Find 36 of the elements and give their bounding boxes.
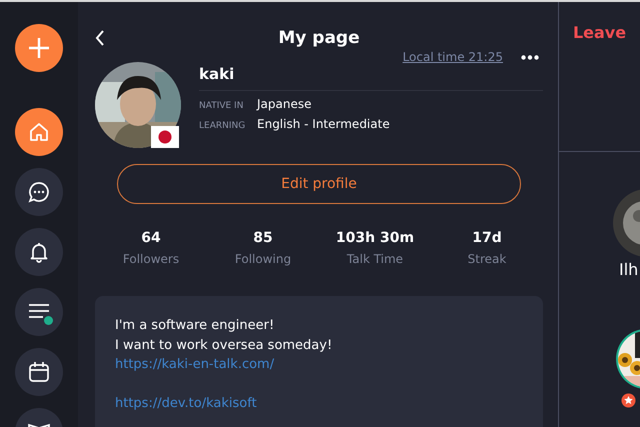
stat-label: Talk Time <box>346 252 404 266</box>
nav-button[interactable] <box>15 168 63 216</box>
bio-text: I want to work oversea someday! <box>115 336 332 354</box>
leave-button[interactable]: Leave <box>572 20 626 44</box>
stat-label: Following <box>234 252 292 266</box>
language-label: NATIVE IN <box>199 101 244 111</box>
stat-value: 64 <box>141 230 161 246</box>
back-icon[interactable] <box>95 30 105 46</box>
nav-button[interactable] <box>15 348 63 396</box>
user-name: Ilh <box>619 260 638 279</box>
stat-value: 85 <box>253 230 273 246</box>
calendar-icon <box>27 360 51 384</box>
home-icon <box>27 120 51 144</box>
language-value: Japanese <box>257 97 312 111</box>
page-title: My page <box>277 28 361 48</box>
chat-bubble-icon <box>27 180 51 204</box>
user-name: kaki <box>199 62 543 91</box>
plus-icon <box>27 36 51 60</box>
nav-button[interactable] <box>15 108 63 156</box>
nav-button[interactable] <box>15 288 63 336</box>
status-dot <box>44 316 53 325</box>
local-time-link[interactable]: Local time 21:25 <box>402 50 503 64</box>
flag-icon <box>151 126 179 148</box>
language-label: LEARNING <box>199 121 246 131</box>
bio-link[interactable]: https://kaki-en-talk.com/ <box>115 355 274 374</box>
language-value: English - Intermediate <box>257 117 390 131</box>
bio-link[interactable]: https://dev.to/kakisoft <box>115 394 257 414</box>
edit-profile-button[interactable]: Edit profile <box>117 164 521 204</box>
stat-label: Streak <box>468 252 506 266</box>
bio-text: I'm a software engineer! <box>115 317 274 335</box>
nav-button[interactable] <box>15 228 63 276</box>
more-icon[interactable] <box>521 54 539 60</box>
stat-value: 103h 30m <box>336 230 414 246</box>
stat-value: 17d <box>472 230 502 246</box>
add-button[interactable] <box>15 24 63 72</box>
stat-label: Followers <box>122 252 180 266</box>
